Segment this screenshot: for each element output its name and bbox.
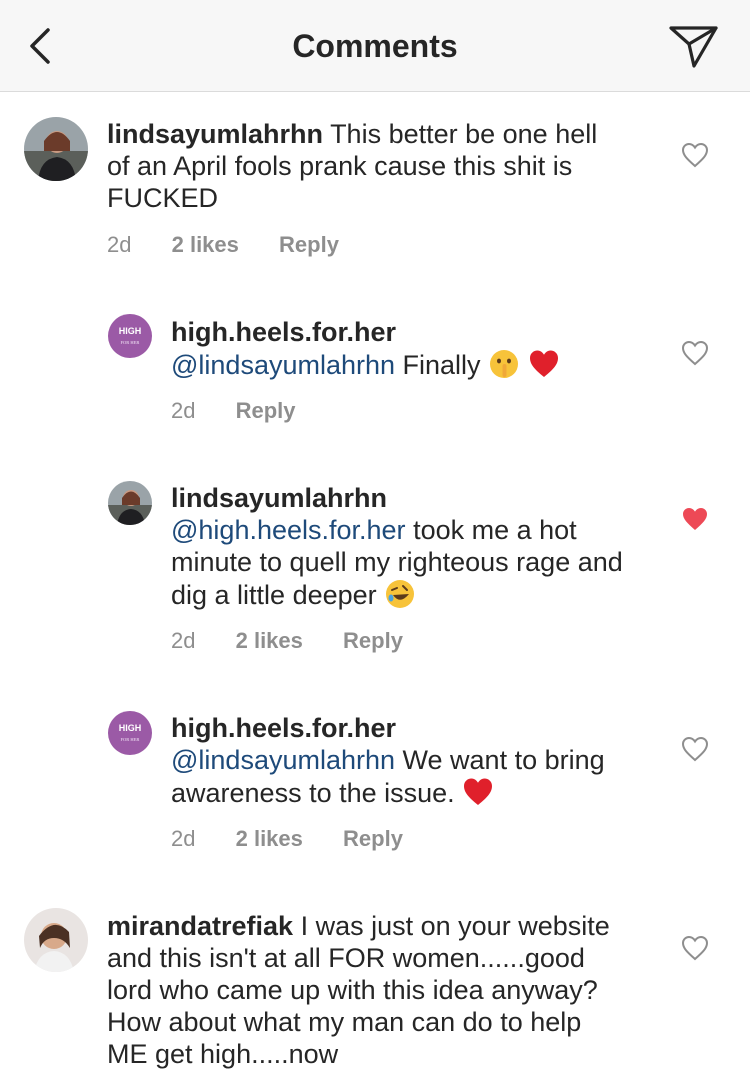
likes-count[interactable]: 2 likes [236,826,303,851]
heart-outline-icon [681,736,709,762]
comment-username[interactable]: lindsayumlahrhn [107,119,323,149]
heart-outline-icon [681,142,709,168]
like-button-liked[interactable] [681,506,709,532]
avatar[interactable]: HIGH FOR HER [108,314,152,358]
heart-outline-icon [681,935,709,961]
page-title: Comments [292,28,458,64]
red-heart-emoji [464,778,493,805]
like-button[interactable] [681,340,709,366]
reply-button[interactable]: Reply [279,232,339,257]
comment-body: Finally [402,350,481,380]
share-button[interactable] [668,22,720,70]
comment-meta: 2d 2 likes Reply [171,628,437,654]
comment-username[interactable]: lindsayumlahrhn [171,483,387,513]
comment-meta: 2d 2 likes Reply [171,826,437,852]
comment-username[interactable]: mirandatrefiak [107,911,293,941]
mention-link[interactable]: @lindsayumlahrhn [171,745,395,775]
brand-sub: FOR HER [121,340,140,345]
comment-time: 2d [107,232,132,257]
comment-text: lindsayumlahrhn This better be one hell … [107,118,627,214]
paper-plane-icon [669,26,718,68]
comment-text: high.heels.for.her @lindsayumlahrhn Fina… [171,316,641,381]
brand-sub: FOR HER [121,737,140,742]
comment-text: high.heels.for.her @lindsayumlahrhn We w… [171,712,641,809]
likes-count[interactable]: 2 likes [172,232,239,257]
avatar[interactable] [108,481,152,525]
like-button[interactable] [681,736,709,762]
like-button[interactable] [681,935,709,961]
avatar[interactable] [24,117,88,181]
avatar[interactable]: HIGH FOR HER [108,711,152,755]
comment-text: lindsayumlahrhn @high.heels.for.her took… [171,482,641,611]
brand-text: HIGH [119,326,142,336]
avatar[interactable] [24,908,88,972]
reply-button[interactable]: Reply [343,628,403,653]
comment-username[interactable]: high.heels.for.her [171,713,396,743]
comment-meta: 2d 2 likes Reply [107,232,373,258]
reply-button[interactable]: Reply [236,398,296,423]
rolling-laughing-emoji [386,580,415,608]
heart-outline-icon [681,340,709,366]
comment-time: 2d [171,628,196,653]
heart-filled-icon [683,508,707,530]
shushing-face-emoji [490,350,519,378]
comment-meta: 2d Reply [171,398,330,424]
brand-text: HIGH [119,723,142,733]
comment-time: 2d [171,398,196,423]
mention-link[interactable]: @high.heels.for.her [171,515,406,545]
likes-count[interactable]: 2 likes [236,628,303,653]
like-button[interactable] [681,142,709,168]
reply-button[interactable]: Reply [343,826,403,851]
mention-link[interactable]: @lindsayumlahrhn [171,350,395,380]
comment-username[interactable]: high.heels.for.her [171,317,396,347]
comment-text: mirandatrefiak I was just on your websit… [107,910,627,1070]
red-heart-emoji [529,350,558,377]
comments-header: Comments [0,0,750,92]
comment-time: 2d [171,826,196,851]
